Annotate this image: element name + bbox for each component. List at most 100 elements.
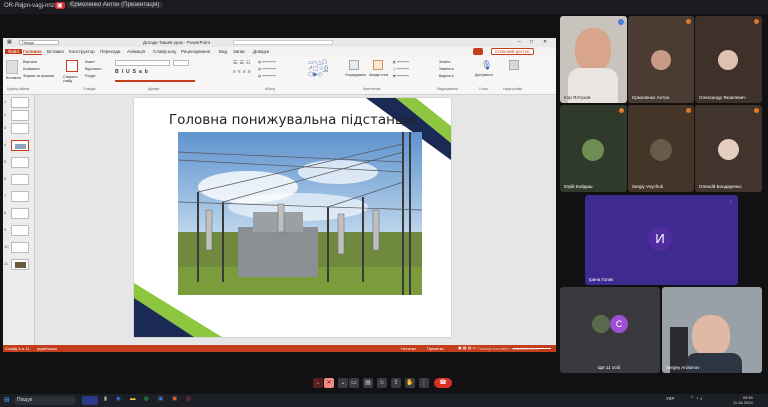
- slide-thumb[interactable]: [11, 259, 29, 270]
- participant-tile[interactable]: Єрмоленко Антон: [628, 16, 694, 103]
- word-icon[interactable]: ▣: [158, 396, 163, 402]
- tab-slideshow[interactable]: Слайд-шоу: [153, 49, 176, 54]
- format-painter-button[interactable]: Формат за зразком: [23, 74, 54, 78]
- replace-button[interactable]: Замінити: [439, 67, 454, 71]
- participant-tile[interactable]: Юрій Бойдиш: [560, 105, 627, 192]
- font-color-icon[interactable]: [115, 77, 195, 82]
- clock[interactable]: 09:36 11.06.2024: [733, 395, 753, 405]
- meeting-code[interactable]: jpn-vagj-nnzo: [22, 3, 58, 9]
- slide-thumb[interactable]: [11, 242, 29, 253]
- tab-view[interactable]: Вид: [219, 49, 227, 54]
- present-icon[interactable]: ⇪: [391, 378, 401, 388]
- title-search-box[interactable]: [233, 40, 333, 45]
- arrange-button[interactable]: Упорядкувати: [345, 73, 366, 77]
- chrome-icon[interactable]: ◍: [144, 396, 149, 402]
- slide-thumb[interactable]: [11, 208, 29, 219]
- emoji-icon[interactable]: ☺: [377, 378, 387, 388]
- maximize-icon[interactable]: □: [530, 39, 533, 45]
- tab-animations[interactable]: Анімація: [127, 49, 145, 54]
- slide-thumb-selected[interactable]: [11, 140, 29, 151]
- participant-tile[interactable]: Sergiy Voychuk: [628, 105, 694, 192]
- share-button[interactable]: Спільний доступ: [491, 48, 534, 55]
- file-explorer-icon[interactable]: ▬: [130, 396, 136, 402]
- language-indicator[interactable]: українська: [37, 346, 57, 351]
- more-options-icon[interactable]: ⋮: [728, 199, 734, 206]
- font-size-select[interactable]: [173, 60, 189, 66]
- taskbar-search-input[interactable]: Пошук: [14, 396, 76, 405]
- minimize-icon[interactable]: –: [518, 39, 521, 45]
- others-tile[interactable]: С Ще 11 осіб: [560, 287, 660, 373]
- shapes-gallery[interactable]: ▭○△⬠ ↗▢☆{} ⬡▶◇⌒: [308, 60, 344, 80]
- close-icon[interactable]: ✕: [543, 39, 547, 45]
- tab-insert[interactable]: Вставка: [47, 49, 64, 54]
- edge-icon[interactable]: ◉: [116, 396, 121, 402]
- camera-button[interactable]: ▭: [349, 378, 359, 388]
- widget-icon[interactable]: [82, 396, 98, 405]
- raise-hand-icon[interactable]: ✋: [405, 378, 415, 388]
- addins-icon[interactable]: [509, 60, 519, 70]
- slide-thumb[interactable]: [11, 123, 29, 134]
- camera-options-icon[interactable]: ⌄: [338, 378, 348, 388]
- find-button[interactable]: Знайти: [439, 60, 451, 64]
- new-slide-button[interactable]: Створити слайд: [63, 75, 81, 83]
- captions-icon[interactable]: ▤: [363, 378, 373, 388]
- shape-effects-option[interactable]: ◩ ━━━━━━: [393, 74, 409, 78]
- windows-start-icon[interactable]: ⊞: [4, 396, 10, 404]
- end-call-button[interactable]: ☎: [434, 378, 452, 388]
- shape-outline-option[interactable]: ◫ ━━━━━━: [393, 67, 409, 71]
- paste-button[interactable]: Вставити: [6, 76, 21, 80]
- mic-off-button[interactable]: ✕: [324, 378, 334, 388]
- slide-thumb[interactable]: [11, 97, 29, 108]
- record-icon[interactable]: [473, 48, 483, 55]
- ppt-search-input[interactable]: Пошук: [19, 40, 59, 45]
- section-button[interactable]: Розділ: [85, 74, 95, 78]
- microphone-icon[interactable]: 🎙: [481, 60, 492, 71]
- participant-tile[interactable]: Ігор Ялтухов: [560, 16, 627, 103]
- cut-button[interactable]: Вирізати: [23, 60, 37, 64]
- notes-button[interactable]: Нотатки: [401, 346, 416, 351]
- participant-tile[interactable]: И Ірина Голик ⋮: [585, 195, 738, 285]
- participant-tile[interactable]: Sergey Anisimov: [662, 287, 762, 373]
- slide-thumb[interactable]: [11, 225, 29, 236]
- slide-thumb[interactable]: [11, 174, 29, 185]
- tab-help[interactable]: Довідка: [253, 49, 269, 54]
- quick-styles-icon[interactable]: [373, 60, 383, 70]
- keyboard-language[interactable]: УКР: [666, 396, 674, 401]
- select-button[interactable]: Виділити: [439, 74, 454, 78]
- layout-button[interactable]: Макет: [85, 60, 95, 64]
- paste-icon[interactable]: [6, 60, 18, 74]
- slide-thumb[interactable]: [11, 191, 29, 202]
- comments-button[interactable]: Примітки: [427, 346, 444, 351]
- slide-thumb[interactable]: [11, 157, 29, 168]
- font-family-select[interactable]: [115, 60, 170, 66]
- app-icon[interactable]: ◎: [186, 396, 191, 402]
- tab-record[interactable]: Запис: [233, 49, 245, 54]
- quick-styles-button[interactable]: Швидкі стилі: [369, 73, 388, 77]
- powerpoint-icon[interactable]: ▣: [172, 396, 177, 402]
- align-buttons[interactable]: ≡≡≡≡: [233, 69, 253, 75]
- tab-home[interactable]: Головна: [23, 49, 42, 55]
- mic-toggle-icon[interactable]: ⌄: [313, 378, 323, 388]
- participant-tile[interactable]: Олексій Бондаренко: [695, 105, 762, 192]
- dictate-button[interactable]: Диктування: [475, 73, 493, 77]
- more-options-icon[interactable]: ⋮: [419, 378, 429, 388]
- shape-fill-option[interactable]: ◧ ━━━━━━: [393, 60, 409, 64]
- autosave-icon[interactable]: ▦: [7, 39, 12, 45]
- view-buttons[interactable]: ▣ ▦ ▤ ▭: [458, 345, 476, 350]
- copy-button[interactable]: Копіювати: [23, 67, 40, 71]
- participant-tile[interactable]: Олександр Яковлевич: [695, 16, 762, 103]
- presenter-chip[interactable]: Єрмоленко Антон (Презентація): [66, 2, 164, 8]
- list-buttons[interactable]: ☰☰☷: [233, 60, 252, 66]
- current-slide[interactable]: Головна понижувальна підстанція: [134, 98, 451, 337]
- text-direction-option[interactable]: ▤ ━━━━━━━: [258, 60, 276, 64]
- new-slide-icon[interactable]: [66, 60, 78, 72]
- align-text-option[interactable]: ▤ ━━━━━━━: [258, 67, 276, 71]
- slide-thumb[interactable]: [11, 110, 29, 121]
- tray-icons[interactable]: ⌃ ◔ ♪: [690, 396, 703, 402]
- font-format-buttons[interactable]: BIUSab: [115, 69, 151, 75]
- reset-button[interactable]: Відновити: [85, 67, 101, 71]
- tab-review[interactable]: Рецензування: [181, 49, 210, 54]
- smartart-option[interactable]: ▤ ━━━━━━━: [258, 74, 276, 78]
- arrange-icon[interactable]: [349, 60, 359, 70]
- tab-transitions[interactable]: Переходи: [100, 49, 120, 54]
